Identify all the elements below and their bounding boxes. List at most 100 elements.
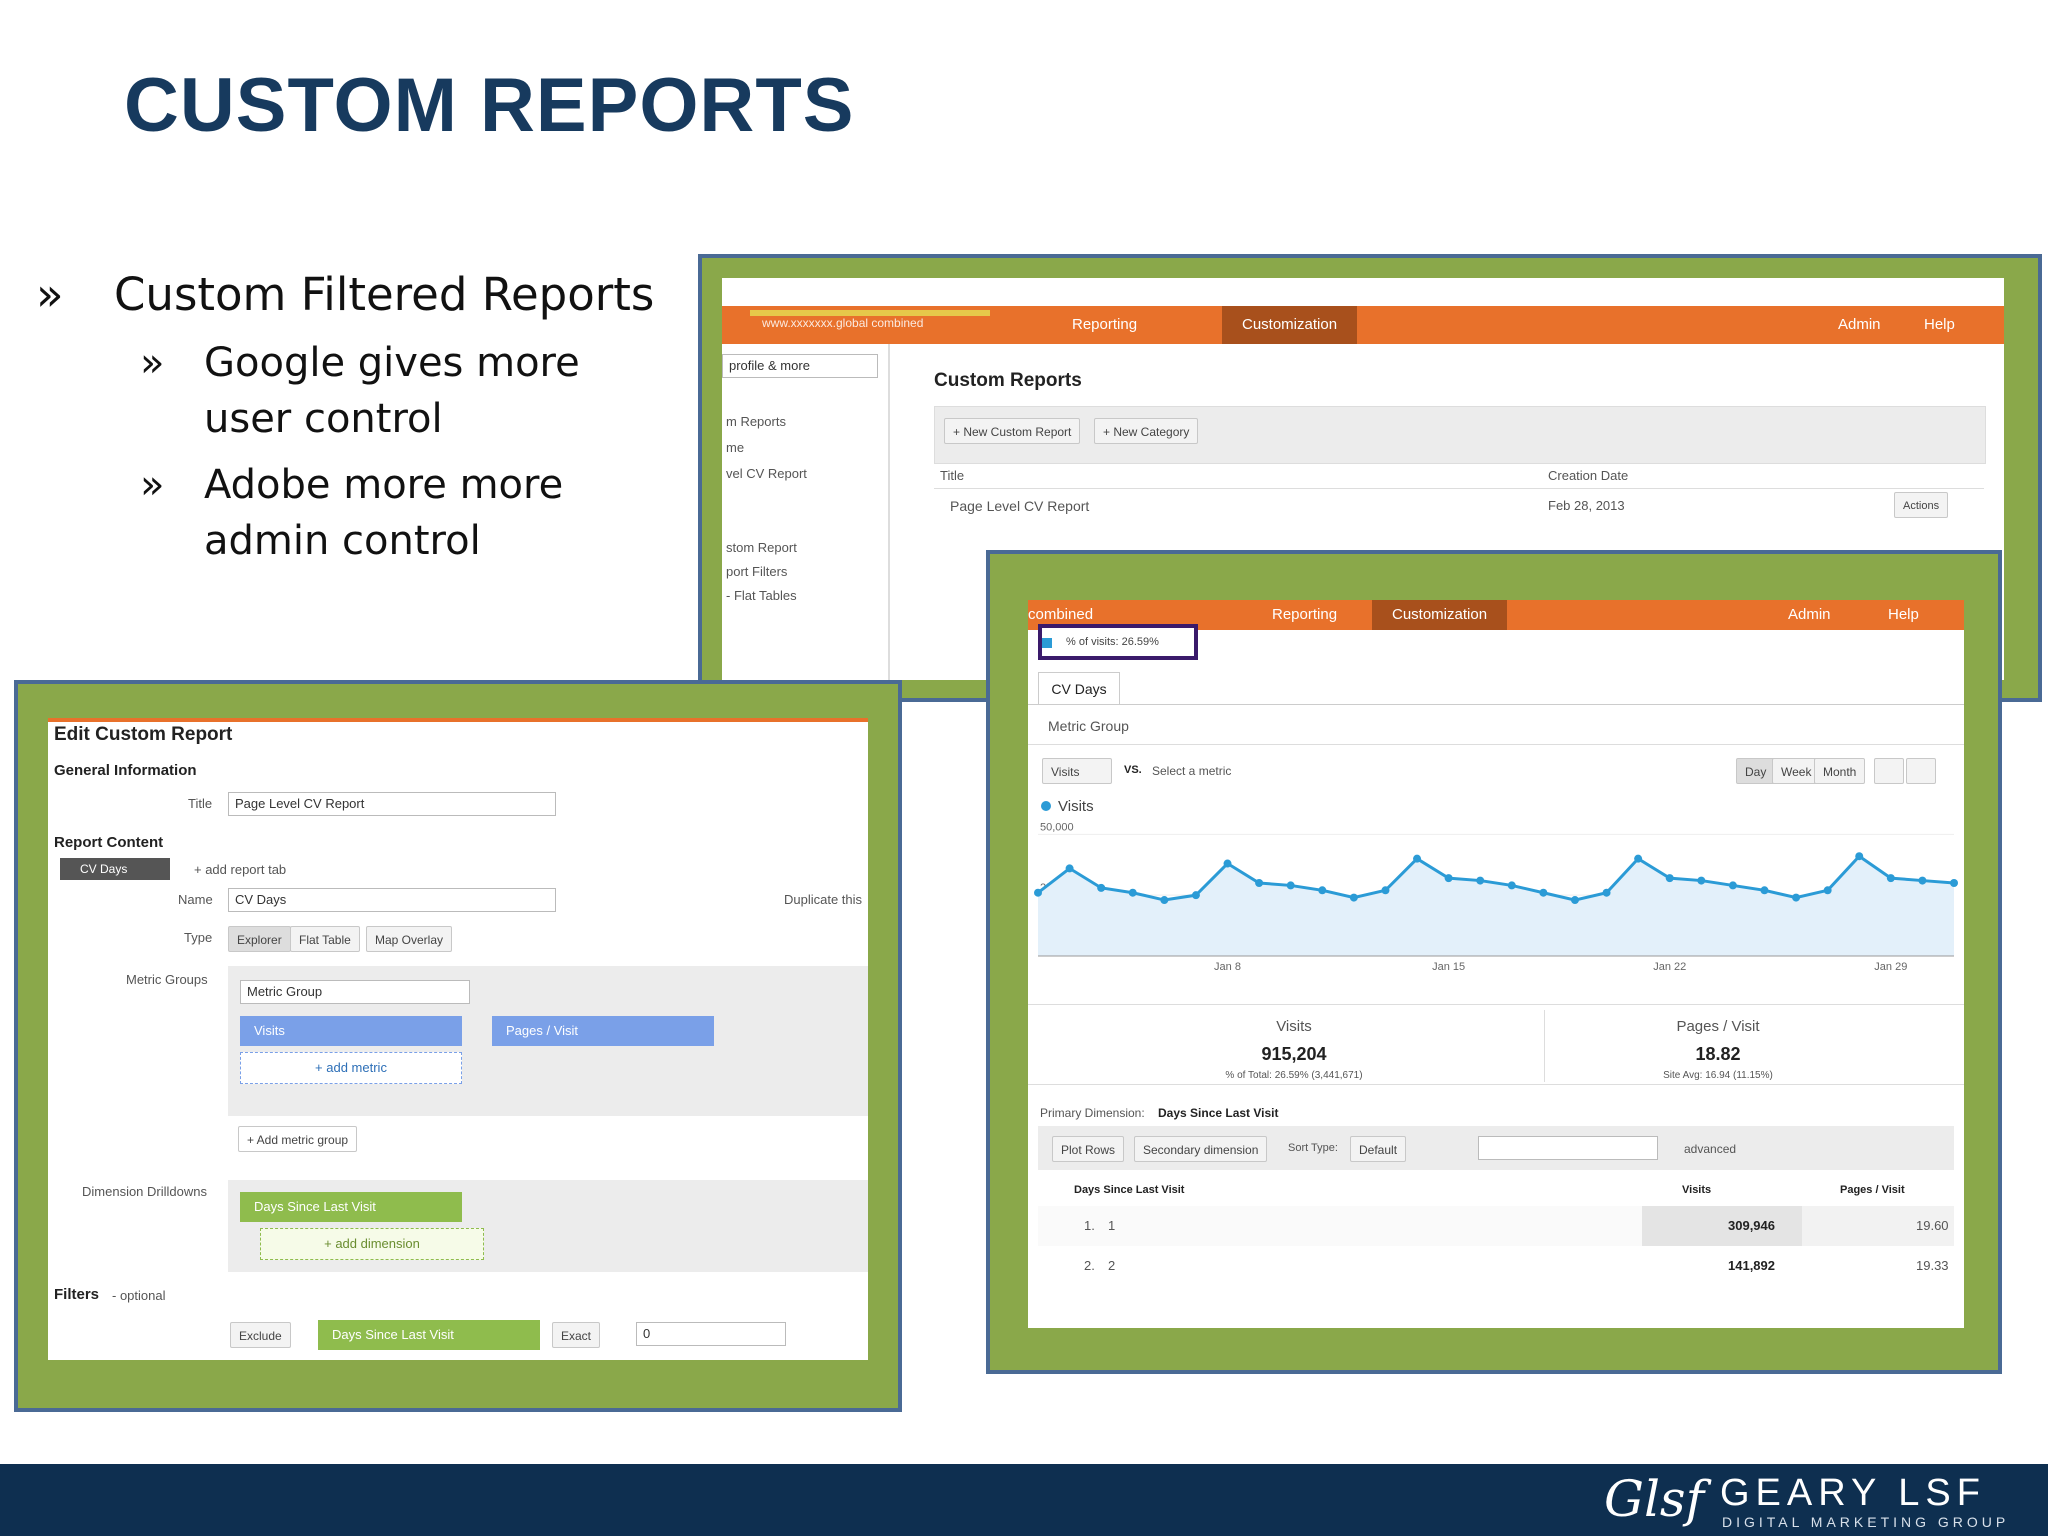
summary-visits-value: 915,204: [1261, 1044, 1327, 1064]
toolbar: [934, 406, 1986, 464]
metric-visits[interactable]: Visits: [240, 1016, 462, 1046]
filter-dimension-pill[interactable]: Days Since Last Visit: [318, 1320, 540, 1350]
column-creation-date: Creation Date: [1548, 468, 1629, 483]
data-point: [1413, 854, 1422, 863]
new-custom-report-button[interactable]: + New Custom Report: [944, 418, 1081, 444]
granularity-month[interactable]: Month: [1814, 758, 1866, 784]
report-content-heading: Report Content: [54, 834, 164, 851]
add-report-tab-link[interactable]: + add report tab: [194, 862, 286, 877]
row-dimension[interactable]: 1: [1108, 1218, 1115, 1233]
plot-rows-button[interactable]: Plot Rows: [1052, 1136, 1125, 1162]
y-tick-label: 50,000: [1040, 821, 1074, 833]
col-visits[interactable]: Visits: [1682, 1184, 1711, 1196]
sidebar-item[interactable]: port Filters: [726, 564, 787, 579]
sidebar-item[interactable]: vel CV Report: [726, 466, 807, 481]
divider: [1028, 744, 1964, 745]
bullet-text: Adobe more more admin control: [204, 462, 564, 564]
granularity-day[interactable]: Day: [1736, 758, 1776, 784]
brand-name: GEARY LSF: [1720, 1472, 1986, 1514]
data-point: [1476, 876, 1485, 885]
screenshot-report: combined Reporting Customization Admin H…: [1028, 600, 1964, 1328]
summary-visits-sub: % of Total: 26.59% (3,441,671): [1225, 1070, 1363, 1081]
data-point: [1792, 893, 1801, 902]
col-days-since[interactable]: Days Since Last Visit: [1074, 1184, 1184, 1196]
row-index: 1.: [1084, 1218, 1095, 1233]
type-explorer[interactable]: Explorer: [228, 926, 291, 952]
add-dimension-button[interactable]: + add dimension: [260, 1228, 484, 1260]
screenshot-edit: Edit Custom Report General Information T…: [48, 718, 868, 1360]
motion-chart-icon[interactable]: [1906, 758, 1936, 784]
chart-type-icon[interactable]: [1874, 758, 1904, 784]
legend-label: Visits: [1058, 798, 1094, 815]
tab-reporting[interactable]: Reporting: [1272, 600, 1337, 630]
primary-dimension-label: Primary Dimension:: [1040, 1106, 1145, 1120]
filter-exclude-select[interactable]: Exclude: [230, 1322, 291, 1348]
filters-heading: Filters: [54, 1286, 100, 1303]
row-bg: [1038, 1206, 1642, 1246]
metric-pages-per-visit[interactable]: Pages / Visit: [492, 1016, 714, 1046]
brand-tagline: DIGITAL MARKETING GROUP: [1722, 1514, 2010, 1530]
segment-badge[interactable]: % of visits: 26.59%: [1038, 624, 1198, 660]
filter-match-select[interactable]: Exact: [552, 1322, 601, 1348]
bullet-text: Custom Filtered Reports: [114, 268, 655, 321]
nav-help[interactable]: Help: [1888, 600, 1919, 630]
col-pages-per-visit[interactable]: Pages / Visit: [1840, 1184, 1905, 1196]
new-category-button[interactable]: + New Category: [1094, 418, 1199, 444]
bullet-text: Google gives more user control: [204, 340, 580, 442]
nav-help[interactable]: Help: [1924, 316, 1955, 333]
nav-admin[interactable]: Admin: [1788, 600, 1831, 630]
type-flat-table[interactable]: Flat Table: [290, 926, 360, 952]
row-index: 2.: [1084, 1258, 1095, 1273]
sort-type-label: Sort Type:: [1288, 1142, 1338, 1154]
data-point: [1602, 888, 1611, 897]
sidebar-item[interactable]: - Flat Tables: [726, 588, 797, 603]
tab-reporting[interactable]: Reporting: [1072, 316, 1137, 333]
actions-dropdown[interactable]: Actions: [1894, 492, 1949, 518]
metric-group-tab[interactable]: Metric Group: [1048, 718, 1129, 734]
advanced-link[interactable]: advanced: [1684, 1142, 1736, 1156]
dimension-pill[interactable]: Days Since Last Visit: [240, 1192, 462, 1222]
sidebar-search[interactable]: profile & more: [722, 354, 878, 378]
name-input[interactable]: CV Days: [228, 888, 556, 912]
duplicate-link[interactable]: Duplicate this: [784, 892, 862, 907]
tab-cv-days[interactable]: CV Days: [1038, 672, 1120, 705]
data-point: [1634, 854, 1643, 863]
account-selector[interactable]: combined: [1028, 606, 1093, 623]
row-dimension[interactable]: 2: [1108, 1258, 1115, 1273]
sidebar-item[interactable]: stom Report: [726, 540, 797, 555]
data-point: [1570, 896, 1579, 905]
account-selector[interactable]: www.xxxxxxx.global combined: [762, 316, 923, 330]
type-map-overlay[interactable]: Map Overlay: [366, 926, 453, 952]
sidebar-item[interactable]: m Reports: [726, 414, 786, 429]
sort-type-select[interactable]: Default: [1350, 1136, 1407, 1162]
filter-value-input[interactable]: 0: [636, 1322, 786, 1346]
report-date: Feb 28, 2013: [1548, 498, 1625, 513]
report-tab-chip[interactable]: CV Days: [60, 858, 170, 880]
report-link[interactable]: Page Level CV Report: [950, 498, 1089, 514]
bullet-marker: »: [36, 268, 64, 321]
table-search-input[interactable]: [1478, 1136, 1658, 1160]
x-tick-label: Jan 22: [1653, 961, 1686, 973]
divider: [1028, 704, 1964, 705]
metric-group-input[interactable]: Metric Group: [240, 980, 470, 1004]
data-point: [1823, 886, 1832, 895]
sidebar-item[interactable]: me: [726, 440, 744, 455]
add-metric-button[interactable]: + add metric: [240, 1052, 462, 1084]
data-point: [1539, 888, 1548, 897]
secondary-dimension-select[interactable]: Secondary dimension: [1134, 1136, 1268, 1162]
metric-select[interactable]: Visits: [1042, 758, 1112, 784]
add-metric-group-button[interactable]: + Add metric group: [238, 1126, 358, 1152]
tab-customization[interactable]: Customization: [1372, 600, 1508, 630]
nav-admin[interactable]: Admin: [1838, 316, 1881, 333]
bullet-marker: »: [140, 340, 165, 386]
data-point: [1381, 886, 1390, 895]
bullet-list: » Custom Filtered Reports » Google gives…: [36, 268, 676, 579]
primary-dimension-value[interactable]: Days Since Last Visit: [1158, 1106, 1279, 1120]
data-point: [1286, 881, 1295, 890]
title-input[interactable]: Page Level CV Report: [228, 792, 556, 816]
table-row: 2. 2 141,892 19.33: [1038, 1246, 1954, 1286]
select-metric-link[interactable]: Select a metric: [1152, 764, 1231, 778]
summary-ppv-sub: Site Avg: 16.94 (11.15%): [1663, 1070, 1773, 1081]
divider: [1544, 1010, 1545, 1082]
tab-customization[interactable]: Customization: [1222, 306, 1358, 344]
